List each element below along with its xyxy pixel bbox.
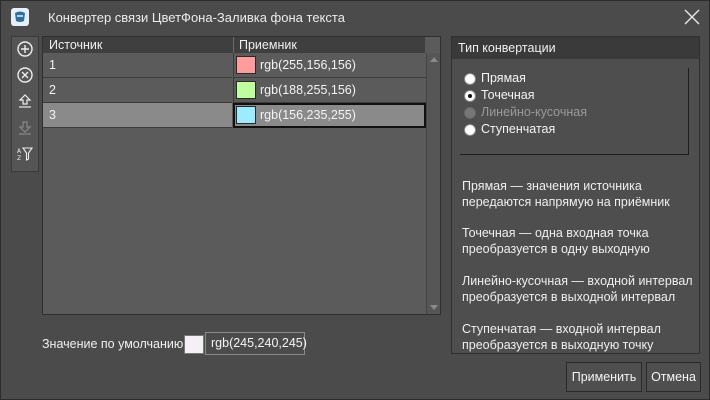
converter-dialog: Конвертер связи ЦветФона-Заливка фона те… <box>0 0 710 400</box>
target-cell[interactable]: rgb(188,255,156) <box>233 78 426 103</box>
remove-row-button[interactable] <box>14 64 36 86</box>
vertical-scrollbar[interactable] <box>426 53 440 314</box>
radio-circle-icon[interactable] <box>464 73 476 85</box>
color-swatch <box>236 56 256 74</box>
cancel-button[interactable]: Отмена <box>646 362 701 392</box>
source-value: 3 <box>49 108 56 122</box>
description-direct: Прямая — значения источника передаются н… <box>462 179 670 209</box>
default-color-swatch[interactable] <box>184 335 204 354</box>
move-up-button[interactable] <box>14 90 36 112</box>
sort-filter-icon: A Z <box>17 147 34 162</box>
column-divider[interactable] <box>233 37 234 53</box>
panel-header: Тип конвертации <box>452 37 699 59</box>
source-cell[interactable]: 3 <box>43 103 232 128</box>
sort-filter-button[interactable]: A Z <box>14 143 36 165</box>
table-row-selected[interactable]: 3 rgb(156,235,255) <box>43 103 426 128</box>
svg-text:Z: Z <box>17 155 21 162</box>
source-value: 1 <box>49 58 56 72</box>
conversion-options-group: Прямая Точечная Линейно-кусочная Ступенч… <box>460 68 689 155</box>
color-swatch <box>236 81 256 99</box>
default-value-text: rgb(245,240,245) <box>211 336 307 350</box>
radio-disabled-icon[interactable] <box>464 107 476 119</box>
table-row[interactable]: 1 rgb(255,156,156) <box>43 53 426 78</box>
svg-text:A: A <box>17 148 22 155</box>
target-cell[interactable]: rgb(255,156,156) <box>233 53 426 78</box>
add-row-button[interactable] <box>14 38 36 60</box>
radio-checked-icon[interactable] <box>464 90 476 102</box>
column-header-source[interactable]: Источник <box>49 38 102 52</box>
apply-button[interactable]: Применить <box>566 362 642 392</box>
move-down-button[interactable] <box>14 116 36 138</box>
column-header-target[interactable]: Приемник <box>239 38 297 52</box>
mapping-table: Источник Приемник 1 rgb(255,156,156) 2 r… <box>42 36 441 315</box>
target-value: rgb(156,235,255) <box>260 108 356 122</box>
description-piecewise-linear: Линейно-кусочная — входной интервал прео… <box>462 274 693 304</box>
conversion-type-panel: Тип конвертации Прямая Точечная Линейно-… <box>451 36 700 354</box>
move-up-icon <box>18 94 32 108</box>
move-down-icon <box>18 121 32 135</box>
title-bar: Конвертер связи ЦветФона-Заливка фона те… <box>1 1 709 33</box>
table-row[interactable]: 2 rgb(188,255,156) <box>43 78 426 103</box>
radio-circle-icon[interactable] <box>464 124 476 136</box>
target-value: rgb(255,156,156) <box>260 58 356 72</box>
app-logo-icon <box>11 8 29 26</box>
radio-label: Точечная <box>481 88 535 102</box>
radio-label: Прямая <box>481 71 526 85</box>
scroll-down-icon[interactable] <box>430 305 438 310</box>
description-point: Точечная — одна входная точка преобразуе… <box>462 226 650 256</box>
source-cell[interactable]: 2 <box>43 78 232 103</box>
target-value: rgb(188,255,156) <box>260 83 356 97</box>
default-value-field[interactable]: rgb(245,240,245) <box>205 332 307 355</box>
close-icon <box>684 9 700 25</box>
panel-title: Тип конвертации <box>458 41 556 55</box>
window-title: Конвертер связи ЦветФона-Заливка фона те… <box>48 10 345 25</box>
row-toolbar: A Z <box>11 36 39 172</box>
color-swatch <box>236 106 256 124</box>
description-step: Ступенчатая — входной интервал преобразу… <box>462 322 661 352</box>
remove-icon <box>17 67 33 83</box>
source-cell[interactable]: 1 <box>43 53 232 78</box>
scroll-up-icon[interactable] <box>430 57 438 62</box>
radio-label: Линейно-кусочная <box>481 105 587 119</box>
table-header: Источник Приемник <box>43 37 425 53</box>
source-value: 2 <box>49 83 56 97</box>
default-value-label: Значение по умолчанию <box>42 337 184 351</box>
close-button[interactable] <box>681 6 703 28</box>
radio-label: Ступенчатая <box>481 122 556 136</box>
add-icon <box>17 41 33 57</box>
target-cell[interactable]: rgb(156,235,255) <box>233 103 426 128</box>
